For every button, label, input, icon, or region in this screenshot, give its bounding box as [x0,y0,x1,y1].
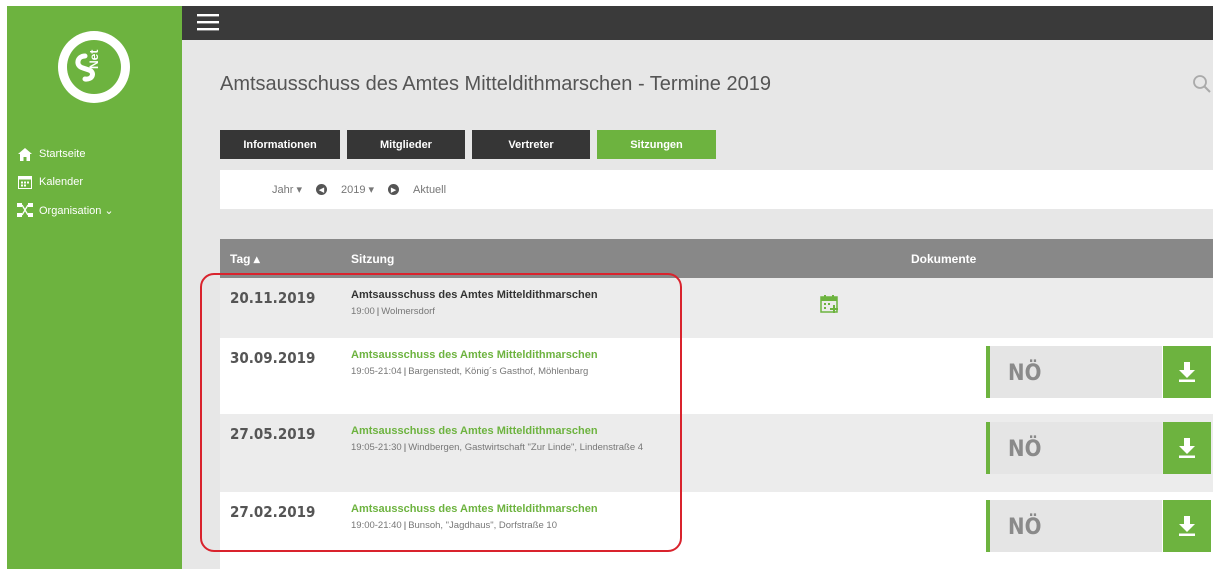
tab-informationen[interactable]: Informationen [220,130,340,159]
download-button[interactable] [1163,346,1211,398]
row-place: Bunsoh, "Jagdhaus", Dorfstraße 10 [408,520,557,531]
download-icon [1179,516,1195,536]
document-item[interactable]: NÖ [986,422,1162,474]
current-button[interactable]: Aktuell [413,184,446,196]
home-icon [17,146,33,162]
row-place: Windbergen, Gastwirtschaft "Zur Linde", … [408,442,644,453]
table-row: 27.02.2019 Amtsausschuss des Amtes Mitte… [220,492,1213,569]
filter-bar: Jahr ▾ ◀ 2019 ▾ ▶ Aktuell [220,170,1213,209]
calendar-icon [17,174,33,190]
sidebar-nav: Startseite Kalender Organisation ⌄ [7,140,182,224]
row-meta: 19:00 | Wolmersdorf [351,306,435,317]
next-year-button[interactable]: ▶ [388,184,400,195]
document-item[interactable]: NÖ [986,500,1162,552]
sidebar-item-kalender[interactable]: Kalender [7,168,182,196]
sidebar: Net Startseite Kalender Organisation ⌄ [7,6,182,569]
row-time: 19:05-21:30 [351,442,402,453]
row-meta: 19:05-21:04 | Bargenstedt, König´s Gasthof… [351,366,589,377]
row-date: 30.09.2019 [230,349,316,367]
document-label: NÖ [1008,515,1042,540]
table-row: 27.05.2019 Amtsausschuss des Amtes Mitte… [220,414,1213,492]
row-date: 20.11.2019 [230,289,316,307]
sidebar-item-organisation[interactable]: Organisation ⌄ [7,196,182,224]
tab-mitglieder[interactable]: Mitglieder [347,130,465,159]
download-button[interactable] [1163,422,1211,474]
sidebar-item-label: Startseite [39,148,86,160]
row-title[interactable]: Amtsausschuss des Amtes Mitteldithmarsch… [351,349,598,361]
top-bar [182,6,1213,40]
row-time: 19:05-21:04 [351,366,402,377]
row-title[interactable]: Amtsausschuss des Amtes Mitteldithmarsch… [351,289,598,301]
chevron-right-icon: ▶ [388,184,400,195]
download-icon [1179,362,1195,382]
snet-logo[interactable]: Net [55,28,133,106]
tab-bar: Informationen Mitglieder Vertreter Sitzu… [220,130,716,159]
row-time: 19:00-21:40 [351,520,402,531]
row-meta: 19:00-21:40 | Bunsoh, "Jagdhaus", Dorfstra… [351,520,557,531]
table-row: 30.09.2019 Amtsausschuss des Amtes Mitte… [220,338,1213,414]
column-header-documents: Dokumente [911,252,977,266]
add-to-calendar-icon[interactable] [820,294,840,314]
organisation-icon [17,202,33,218]
tab-vertreter[interactable]: Vertreter [472,130,590,159]
row-place: Wolmersdorf [381,306,435,317]
row-title[interactable]: Amtsausschuss des Amtes Mitteldithmarsch… [351,503,598,515]
menu-icon[interactable] [196,10,220,34]
table-row: 20.11.2019 Amtsausschuss des Amtes Mitte… [220,278,1213,338]
column-header-day[interactable]: Tag ▴ [230,252,260,266]
document-label: NÖ [1008,361,1042,386]
sidebar-item-label: Organisation ⌄ [39,204,114,217]
chevron-left-icon: ◀ [315,184,327,195]
row-title[interactable]: Amtsausschuss des Amtes Mitteldithmarsch… [351,425,598,437]
row-time: 19:00 [351,306,375,317]
period-dropdown[interactable]: Jahr ▾ [272,183,302,196]
svg-text:Net: Net [87,50,101,69]
download-icon [1179,438,1195,458]
document-label: NÖ [1008,437,1042,462]
sidebar-item-startseite[interactable]: Startseite [7,140,182,168]
year-dropdown[interactable]: 2019 ▾ [341,183,374,196]
previous-year-button[interactable]: ◀ [315,184,327,195]
main-content: Amtsausschuss des Amtes Mitteldithmarsch… [182,40,1213,569]
search-icon[interactable] [1192,74,1212,94]
tab-sitzungen[interactable]: Sitzungen [597,130,716,159]
row-meta: 19:05-21:30 | Windbergen, Gastwirtschaft "… [351,442,644,453]
page-title: Amtsausschuss des Amtes Mitteldithmarsch… [220,73,771,95]
table-header: Tag ▴ Sitzung Dokumente [220,239,1213,278]
row-date: 27.05.2019 [230,425,316,443]
sidebar-item-label: Kalender [39,176,84,188]
document-item[interactable]: NÖ [986,346,1162,398]
row-place: Bargenstedt, König´s Gasthof, Möhlenbarg [408,366,589,377]
row-date: 27.02.2019 [230,503,316,521]
download-button[interactable] [1163,500,1211,552]
column-header-session: Sitzung [351,252,395,266]
